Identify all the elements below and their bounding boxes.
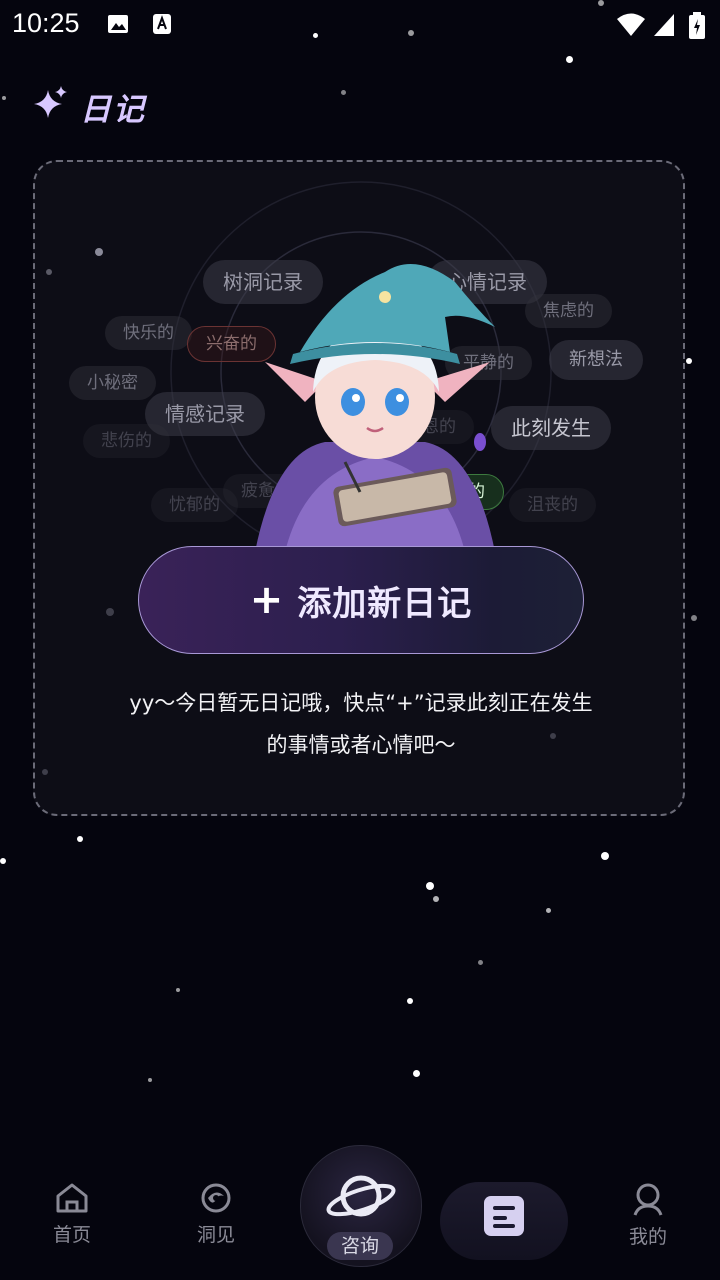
page-title: 日记 (80, 92, 146, 128)
empty-state-line: 的事情或者心情吧～ (266, 733, 456, 757)
empty-state-line: yy～今日暂无日记哦，快点“+”记录此刻正在发生 (129, 691, 593, 715)
app-notification-icon (150, 12, 174, 40)
diary-card: 树洞记录 心情记录 焦虑的 快乐的 兴奋的 平静的 新想法 小秘密 情感记录 感… (33, 160, 685, 816)
tag-chip: 新想法 (549, 340, 643, 380)
nav-label: 洞见 (196, 1224, 235, 1246)
swirl-icon (198, 1183, 234, 1218)
tag-chip: 小秘密 (69, 366, 156, 400)
status-time: 10:25 (12, 8, 80, 38)
sparkle-icon (34, 86, 68, 124)
nav-item-home[interactable]: 首页 (32, 1182, 112, 1247)
nav-label: 咨询 (327, 1232, 393, 1260)
status-bar: 10:25 (0, 0, 720, 50)
nav-label: 首页 (52, 1224, 91, 1246)
nav-item-diary[interactable] (440, 1182, 568, 1260)
empty-state-text: yy～今日暂无日记哦，快点“+”记录此刻正在发生 的事情或者心情吧～ (75, 682, 647, 766)
battery-icon (688, 12, 706, 44)
add-diary-label: 添加新日记 (297, 583, 473, 624)
add-diary-button[interactable]: + 添加新日记 (138, 546, 584, 654)
nav-label: 我的 (628, 1226, 667, 1248)
diary-icon (482, 1194, 526, 1242)
planet-icon (323, 1166, 399, 1234)
wifi-icon (616, 12, 646, 42)
profile-icon (630, 1183, 666, 1220)
tag-chip: 快乐的 (105, 316, 192, 350)
tag-chip: 此刻发生 (491, 406, 611, 450)
home-icon (54, 1183, 90, 1218)
nav-item-profile[interactable]: 我的 (608, 1182, 688, 1249)
signal-icon (652, 12, 676, 42)
nav-item-insight[interactable]: 洞见 (176, 1182, 256, 1247)
plus-icon: + (249, 577, 284, 623)
wizard-illustration (255, 264, 495, 552)
tag-chip: 沮丧的 (509, 488, 596, 522)
tag-chip: 悲伤的 (83, 424, 170, 458)
image-notification-icon (106, 12, 130, 40)
tag-chip: 焦虑的 (525, 294, 612, 328)
